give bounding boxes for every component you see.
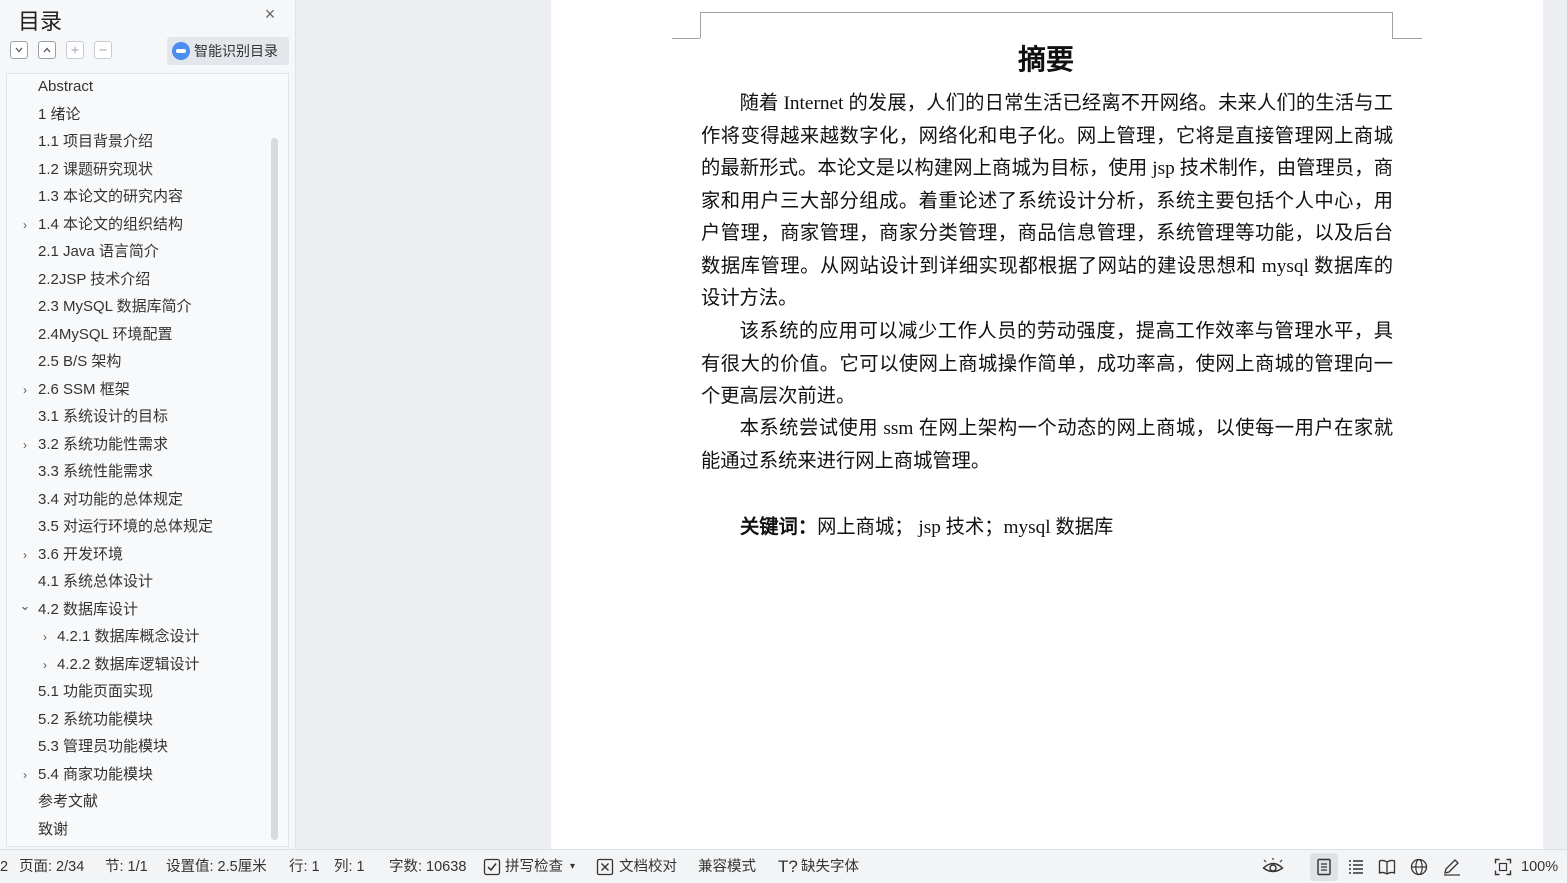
missing-font-icon[interactable]: T? <box>778 850 798 883</box>
proofread-button[interactable]: 文档校对 <box>619 850 677 883</box>
toc-item[interactable]: 5.4 商家功能模块 <box>38 763 153 787</box>
smart-toc-button[interactable]: 智能识别目录 <box>167 37 289 65</box>
toc-item[interactable]: Abstract <box>38 75 93 99</box>
crop-mark <box>1392 12 1393 38</box>
toc-scrollbar[interactable] <box>271 138 278 840</box>
toc-item[interactable]: 3.1 系统设计的目标 <box>38 405 168 429</box>
toc-item[interactable]: 2.4MySQL 环境配置 <box>38 323 172 347</box>
compat-mode[interactable]: 兼容模式 <box>698 850 756 883</box>
chevron-right-icon[interactable]: › <box>18 543 32 567</box>
smart-toc-label: 智能识别目录 <box>194 43 278 59</box>
toc-item[interactable]: 3.5 对运行环境的总体规定 <box>38 515 213 539</box>
toc-item[interactable]: 2.2JSP 技术介绍 <box>38 268 150 292</box>
expand-all-icon[interactable] <box>10 41 28 59</box>
toc-panel: 目录 × 智能识别目录 Abstract 1 绪论 1.1 项目背景介绍 1.2 课题… <box>0 0 296 849</box>
toc-item[interactable]: 1 绪论 <box>38 103 81 127</box>
toc-item[interactable]: 2.3 MySQL 数据库简介 <box>38 295 192 319</box>
toc-item[interactable]: 5.2 系统功能模块 <box>38 708 153 732</box>
toc-item[interactable]: 3.4 对功能的总体规定 <box>38 488 183 512</box>
collapse-all-icon[interactable] <box>38 41 56 59</box>
web-view-icon[interactable] <box>1410 858 1428 876</box>
chevron-right-icon[interactable]: › <box>18 378 32 402</box>
keywords-label: 关键词： <box>740 515 818 538</box>
toc-item[interactable]: 3.3 系统性能需求 <box>38 460 153 484</box>
crop-mark <box>1392 38 1422 39</box>
toc-item[interactable]: 5.1 功能页面实现 <box>38 680 153 704</box>
status-section[interactable]: 节: 1/1 <box>105 850 148 883</box>
proofread-icon[interactable] <box>596 858 614 876</box>
spellcheck-button[interactable]: 拼写检查 <box>505 850 563 883</box>
status-bar: 2 页面: 2/34 节: 1/1 设置值: 2.5厘米 行: 1 列: 1 字… <box>0 849 1567 883</box>
zoom-level[interactable]: 100% <box>1521 850 1558 883</box>
toc-item[interactable]: 3.6 开发环境 <box>38 543 123 567</box>
abstract-paragraph-2: 该系统的应用可以减少工作人员的劳动强度，提高工作效率与管理水平，具有很大的价值。… <box>701 321 1393 407</box>
chevron-right-icon[interactable]: › <box>18 213 32 237</box>
crop-mark <box>700 12 1392 13</box>
abstract-paragraph-3: 本系统尝试使用 ssm 在网上架构一个动态的网上商城，以使每一用户在家就能通过系… <box>701 418 1393 472</box>
crop-mark <box>700 12 701 38</box>
toc-item[interactable]: 4.2.1 数据库概念设计 <box>57 625 200 649</box>
spellcheck-dropdown-icon[interactable]: ▾ <box>570 850 575 883</box>
toc-item[interactable]: 致谢 <box>38 818 68 842</box>
toc-item[interactable]: 1.1 项目背景介绍 <box>38 130 153 154</box>
toc-item[interactable]: 2.6 SSM 框架 <box>38 378 130 402</box>
chevron-right-icon[interactable]: › <box>38 653 52 677</box>
toc-item[interactable]: 4.1 系统总体设计 <box>38 570 153 594</box>
page-view-icon[interactable] <box>1315 858 1333 876</box>
spellcheck-icon[interactable] <box>483 858 501 876</box>
crop-mark <box>672 38 700 39</box>
toc-title: 目录 <box>18 9 63 34</box>
toc-item[interactable]: 参考文献 <box>38 790 98 814</box>
chevron-down-icon[interactable]: ⌄ <box>18 594 32 618</box>
toc-item[interactable]: 2.1 Java 语言简介 <box>38 240 159 264</box>
keywords-line: 关键词：网上商城； jsp 技术；mysql 数据库 <box>740 511 1113 544</box>
toc-item[interactable]: 4.2 数据库设计 <box>38 598 138 622</box>
abstract-paragraph-1: 随着 Internet 的发展，人们的日常生活已经离不开网络。未来人们的生活与工… <box>701 93 1393 309</box>
pen-icon[interactable] <box>1442 858 1462 876</box>
outline-view-icon[interactable] <box>1347 858 1365 876</box>
toc-item[interactable]: 1.3 本论文的研究内容 <box>38 185 183 209</box>
toc-item[interactable]: 1.2 课题研究现状 <box>38 158 153 182</box>
remove-heading-icon[interactable] <box>94 41 112 59</box>
status-setting[interactable]: 设置值: 2.5厘米 <box>166 850 267 883</box>
close-icon[interactable]: × <box>262 5 278 23</box>
chevron-right-icon[interactable]: › <box>38 625 52 649</box>
fit-page-icon[interactable] <box>1494 858 1512 876</box>
toc-item[interactable]: 4.2.2 数据库逻辑设计 <box>57 653 200 677</box>
keywords-value: 网上商城； jsp 技术；mysql 数据库 <box>817 517 1114 538</box>
page-title: 摘要 <box>1017 43 1074 76</box>
chevron-right-icon[interactable]: › <box>18 763 32 787</box>
add-heading-icon[interactable] <box>66 41 84 59</box>
missing-font-button[interactable]: 缺失字体 <box>801 850 859 883</box>
toc-toolbar <box>10 41 112 61</box>
status-col: 列: 1 <box>334 859 365 875</box>
chevron-right-icon[interactable]: › <box>18 433 32 457</box>
toc-item[interactable]: 5.3 管理员功能模块 <box>38 735 168 759</box>
right-margin <box>1543 0 1567 849</box>
toc-item[interactable]: 2.5 B/S 架构 <box>38 350 121 374</box>
status-row: 行: 1 <box>289 859 320 875</box>
status-wordcount[interactable]: 字数: 10638 <box>389 850 466 883</box>
reading-view-icon[interactable] <box>1378 858 1396 876</box>
status-cut-number: 2 <box>0 859 9 875</box>
status-page[interactable]: 页面: 2/34 <box>19 850 84 883</box>
eye-protect-icon[interactable] <box>1262 858 1284 876</box>
toc-item[interactable]: 3.2 系统功能性需求 <box>38 433 168 457</box>
ai-icon <box>172 42 190 60</box>
toc-item[interactable]: 1.4 本论文的组织结构 <box>38 213 183 237</box>
